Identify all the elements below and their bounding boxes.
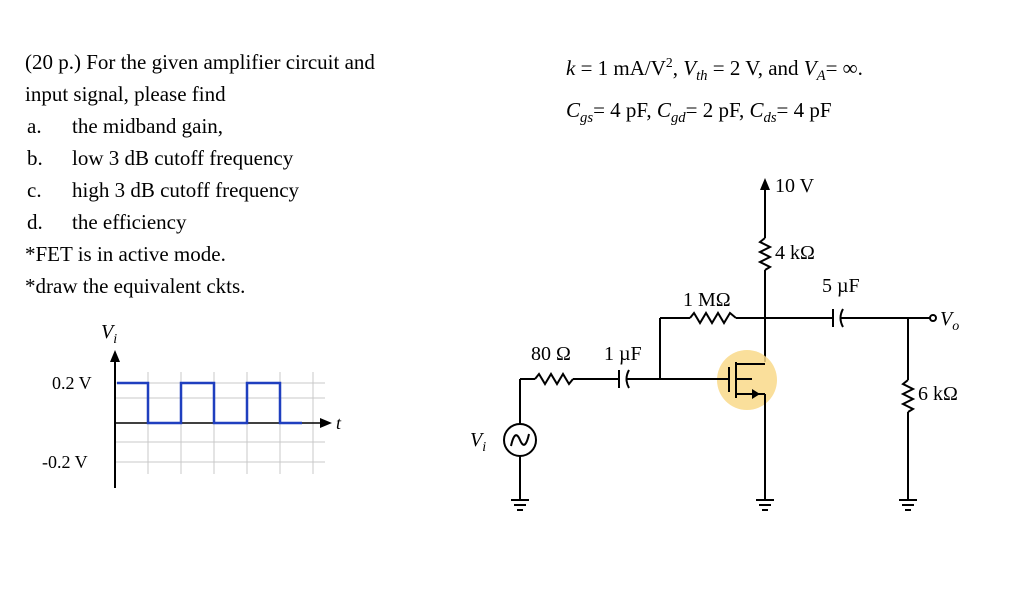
output-terminal (929, 314, 937, 322)
cin-label: 1 µF (604, 343, 642, 365)
ground-icon (511, 499, 529, 511)
cout-label: 5 µF (822, 275, 860, 297)
waveform-high-label: 0.2 V (52, 373, 92, 393)
ground-icon (899, 499, 917, 511)
rd-label: 4 kΩ (775, 242, 815, 264)
resistor-rs (534, 372, 574, 386)
waveform-low-label: -0.2 V (42, 452, 88, 472)
resistor-rd (757, 237, 773, 271)
waveform-xlabel: t (336, 413, 342, 433)
rs-label: 80 Ω (531, 343, 571, 365)
resistor-rf (689, 311, 737, 325)
waveform-square-wave (117, 381, 302, 425)
vo-label: Vo (940, 308, 960, 334)
ground-symbols (511, 499, 917, 511)
rl-label: 6 kΩ (918, 383, 958, 405)
waveform-y-arrow (110, 350, 120, 362)
resistor-rl (900, 379, 916, 413)
supply-label: 10 V (775, 175, 815, 197)
waveform-x-arrow (320, 418, 332, 428)
vi-source-label: Vi (470, 429, 487, 455)
supply-arrow (760, 178, 770, 190)
rf-label: 1 MΩ (683, 289, 731, 311)
diagram-canvas (110, 178, 937, 511)
ground-icon (756, 499, 774, 511)
waveform-ylabel: Vi (101, 321, 118, 347)
